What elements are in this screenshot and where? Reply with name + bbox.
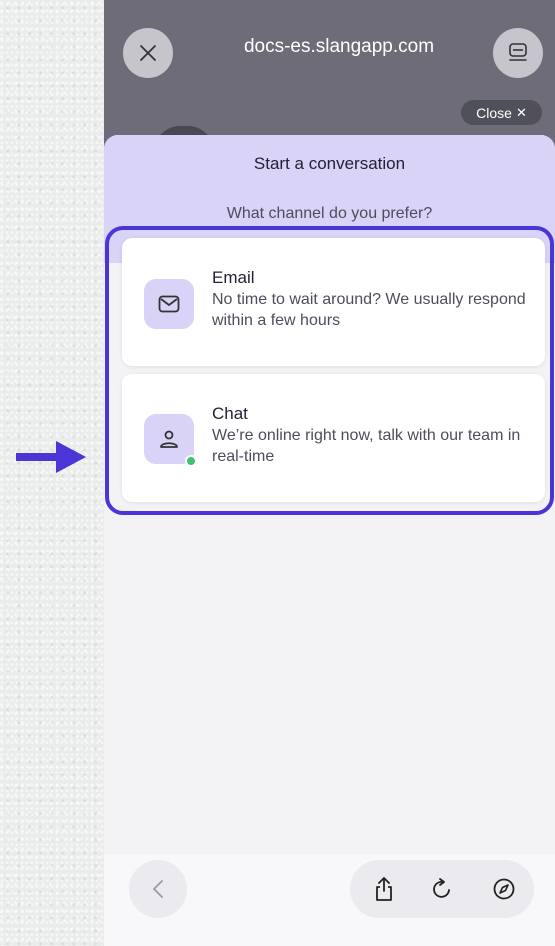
back-icon	[153, 880, 163, 898]
pointer-arrow-icon	[16, 441, 86, 473]
widget-close-button[interactable]: Close ✕	[461, 100, 542, 125]
url-label[interactable]: docs-es.slangapp.com	[194, 36, 484, 58]
toolbar-actions	[350, 860, 534, 918]
widget-title: Start a conversation	[253, 154, 406, 173]
close-x-icon: ✕	[515, 104, 527, 120]
browser-bottom-bar	[104, 854, 555, 946]
close-tab-button[interactable]	[123, 28, 173, 78]
reader-mode-button[interactable]	[493, 28, 543, 78]
close-label: Close	[476, 104, 512, 121]
reader-mode-icon	[509, 43, 527, 61]
options-highlight-box	[105, 226, 554, 515]
phone-screen: docs-es.slangapp.com Close ✕ Start a con…	[104, 0, 555, 946]
compass-button[interactable]	[488, 873, 520, 905]
share-icon	[376, 877, 392, 901]
reload-icon	[433, 878, 450, 898]
conversation-widget: Start a conversation What channel do you…	[104, 135, 555, 946]
widget-subtitle: What channel do you prefer?	[226, 205, 433, 222]
close-icon	[140, 45, 156, 61]
reload-button[interactable]	[426, 873, 458, 905]
compass-icon	[493, 878, 515, 900]
back-button[interactable]	[129, 860, 187, 918]
share-button[interactable]	[368, 873, 400, 905]
